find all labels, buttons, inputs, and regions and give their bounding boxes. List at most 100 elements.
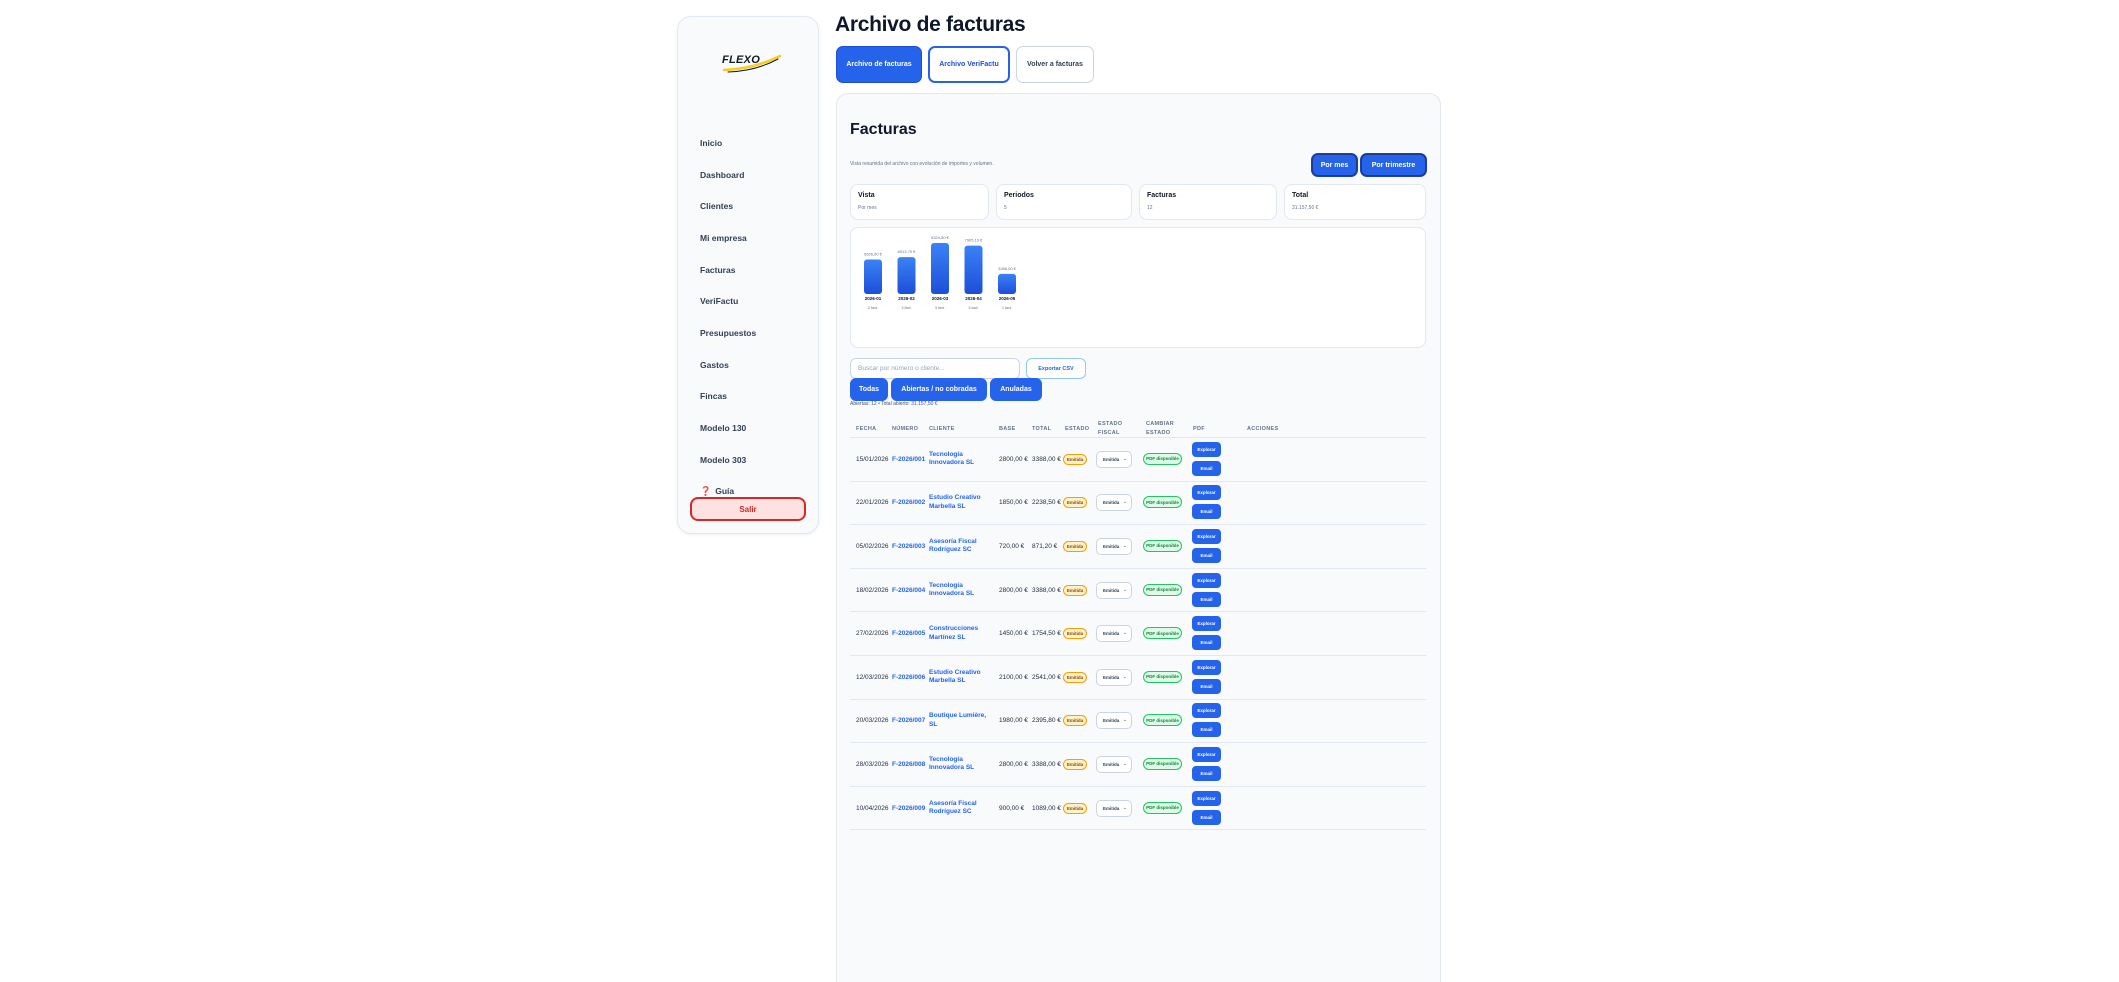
sidebar-item-gastos[interactable]: Gastos: [700, 349, 756, 381]
fiscal-status-select[interactable]: Emitida ⌄: [1096, 799, 1132, 817]
brand-logo[interactable]: FLEXO: [718, 51, 784, 75]
fiscal-status-select[interactable]: Emitida ⌄: [1096, 537, 1132, 555]
sidebar-item-modelo-130[interactable]: Modelo 130: [700, 412, 756, 444]
fiscal-status-select[interactable]: Emitida ⌄: [1096, 494, 1132, 512]
email-button[interactable]: Email: [1192, 722, 1221, 738]
filter-cancelled-button[interactable]: Anuladas: [990, 378, 1042, 401]
table-row: 10/04/2026 F-2026/009 Asesoría Fiscal Rodr…: [850, 787, 1426, 831]
email-button[interactable]: Email: [1192, 591, 1221, 607]
invoice-number-link[interactable]: F-2026/006: [892, 674, 925, 681]
client-link[interactable]: Tecnología Innovadora SL: [929, 756, 993, 773]
bar-value-label: 8324,80 €: [931, 235, 950, 240]
pdf-available-badge[interactable]: PDF disponible: [1143, 757, 1182, 770]
pdf-available-badge[interactable]: PDF disponible: [1143, 496, 1182, 509]
invoice-number-link[interactable]: F-2026/009: [892, 805, 925, 812]
fiscal-status-select[interactable]: Emitida ⌄: [1096, 712, 1132, 730]
client-link[interactable]: Boutique Lumière, SL: [929, 712, 993, 729]
invoice-number-link[interactable]: F-2026/008: [892, 761, 925, 768]
client-link[interactable]: Construcciones Martínez SL: [929, 625, 993, 642]
email-button[interactable]: Email: [1192, 547, 1221, 563]
sidebar-item-label: Fincas: [700, 391, 727, 402]
chevron-down-icon: ⌄: [1122, 673, 1127, 680]
invoice-number-link[interactable]: F-2026/007: [892, 717, 925, 724]
download-button[interactable]: Explorar: [1192, 790, 1221, 806]
sidebar-item-facturas[interactable]: Facturas: [700, 254, 756, 286]
fiscal-status-select[interactable]: Emitida ⌄: [1096, 581, 1132, 599]
invoice-number-link[interactable]: F-2026/004: [892, 587, 925, 594]
sidebar-item-modelo-303[interactable]: Modelo 303: [700, 444, 756, 476]
client-link[interactable]: Estudio Creativo Marbella SL: [929, 494, 993, 511]
download-button[interactable]: Explorar: [1192, 703, 1221, 719]
sidebar-item-label: Modelo 303: [700, 454, 747, 465]
sidebar-item-dashboard[interactable]: Dashboard: [700, 159, 756, 191]
filter-open-button[interactable]: Abiertas / no cobradas: [891, 378, 987, 401]
by-month-button[interactable]: Por mes: [1312, 154, 1357, 176]
fiscal-status-select[interactable]: Emitida ⌄: [1096, 668, 1132, 686]
sidebar-item-verifactu[interactable]: VeriFactu: [700, 285, 756, 317]
cell-fecha: 27/02/2026: [856, 630, 889, 638]
tab-archivo-verifactu[interactable]: Archivo VeriFactu: [928, 46, 1010, 83]
bar-value-label: 3288,00 €: [998, 266, 1017, 271]
email-button[interactable]: Email: [1192, 635, 1221, 651]
sidebar-item-presupuestos[interactable]: Presupuestos: [700, 317, 756, 349]
by-quarter-button[interactable]: Por trimestre: [1361, 154, 1426, 176]
email-button[interactable]: Email: [1192, 765, 1221, 781]
download-button[interactable]: Explorar: [1192, 485, 1221, 501]
email-button[interactable]: Email: [1192, 504, 1221, 520]
client-link[interactable]: Asesoría Fiscal Rodríguez SC: [929, 538, 993, 555]
status-badge: Emitida: [1063, 540, 1087, 552]
pdf-available-badge[interactable]: PDF disponible: [1143, 539, 1182, 552]
select-value: Emitida: [1103, 456, 1120, 462]
email-button[interactable]: Email: [1192, 809, 1221, 825]
select-value: Emitida: [1103, 587, 1120, 593]
sidebar-item-label: Inicio: [700, 137, 723, 148]
pdf-available-badge[interactable]: PDF disponible: [1143, 670, 1182, 683]
download-button[interactable]: Explorar: [1192, 528, 1221, 544]
stat-label: Periodos: [1004, 192, 1034, 199]
pdf-available-badge[interactable]: PDF disponible: [1143, 801, 1182, 814]
sidebar-nav: Inicio Dashboard Clientes Mi empresa Factura…: [700, 127, 756, 507]
invoice-number-link[interactable]: F-2026/005: [892, 630, 925, 637]
invoice-number-link[interactable]: F-2026/002: [892, 499, 925, 506]
sidebar-item-clientes[interactable]: Clientes: [700, 190, 756, 222]
pdf-available-badge[interactable]: PDF disponible: [1143, 583, 1182, 596]
cell-fecha: 15/01/2026: [856, 455, 889, 463]
stat-card-vista: Vista Por mes: [850, 184, 989, 220]
client-link[interactable]: Estudio Creativo Marbella SL: [929, 669, 993, 686]
sidebar-item-mi-empresa[interactable]: Mi empresa: [700, 222, 756, 254]
pdf-available-badge[interactable]: PDF disponible: [1143, 452, 1182, 465]
stat-label: Vista: [858, 192, 875, 199]
invoices-card: Facturas Vista resumida del archivo con …: [836, 93, 1441, 982]
email-button[interactable]: Email: [1192, 460, 1221, 476]
select-value: Emitida: [1103, 674, 1120, 680]
filter-all-button[interactable]: Todas: [850, 378, 888, 401]
status-badge: Emitida: [1063, 671, 1087, 683]
tab-archivo-facturas[interactable]: Archivo de facturas: [836, 46, 922, 83]
download-button[interactable]: Explorar: [1192, 659, 1221, 675]
sidebar-item-inicio[interactable]: Inicio: [700, 127, 756, 159]
export-csv-button[interactable]: Exportar CSV: [1026, 358, 1086, 379]
cell-total: 2395,80 €: [1032, 717, 1061, 725]
pdf-available-badge[interactable]: PDF disponible: [1143, 714, 1182, 727]
invoice-number-link[interactable]: F-2026/003: [892, 543, 925, 550]
download-button[interactable]: Explorar: [1192, 572, 1221, 588]
client-link[interactable]: Asesoría Fiscal Rodríguez SC: [929, 800, 993, 817]
client-link[interactable]: Tecnología Innovadora SL: [929, 451, 993, 468]
client-link[interactable]: Tecnología Innovadora SL: [929, 582, 993, 599]
email-button[interactable]: Email: [1192, 678, 1221, 694]
pdf-available-badge[interactable]: PDF disponible: [1143, 627, 1182, 640]
fiscal-status-select[interactable]: Emitida ⌄: [1096, 625, 1132, 643]
back-to-invoices-button[interactable]: Volver a facturas: [1016, 46, 1094, 83]
search-input[interactable]: Buscar por número o cliente...: [850, 358, 1020, 379]
download-button[interactable]: Explorar: [1192, 441, 1221, 457]
invoice-number-link[interactable]: F-2026/001: [892, 456, 925, 463]
sidebar-item-fincas[interactable]: Fincas: [700, 381, 756, 413]
cell-base: 900,00 €: [999, 804, 1025, 812]
download-button[interactable]: Explorar: [1192, 616, 1221, 632]
download-button[interactable]: Explorar: [1192, 746, 1221, 762]
cell-fecha: 28/03/2026: [856, 760, 889, 768]
fiscal-status-select[interactable]: Emitida ⌄: [1096, 755, 1132, 773]
logout-button[interactable]: Salir: [690, 497, 806, 521]
fiscal-status-select[interactable]: Emitida ⌄: [1096, 450, 1132, 468]
page-title: Archivo de facturas: [835, 13, 1026, 36]
